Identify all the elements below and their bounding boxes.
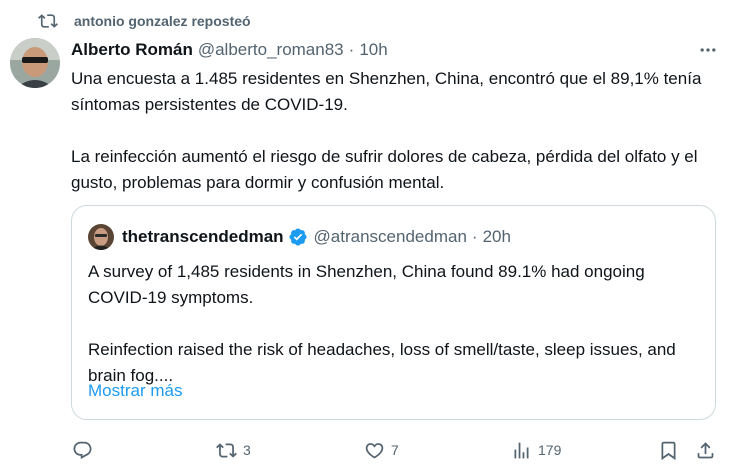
author-handle[interactable]: @alberto_roman83 [198, 40, 344, 60]
quote-time[interactable]: 20h [483, 227, 511, 247]
quoted-tweet[interactable]: thetranscendedman @atranscendedman · 20h… [71, 205, 716, 420]
repost-button[interactable]: 3 [216, 436, 251, 464]
reply-button[interactable] [72, 436, 93, 464]
repost-indicator[interactable]: antonio gonzalez reposteó [38, 10, 251, 32]
tweet-header: Alberto Román @alberto_roman83 · 10h [71, 38, 388, 62]
like-count: 7 [391, 442, 399, 458]
views-button[interactable]: 179 [511, 436, 561, 464]
avatar[interactable] [10, 38, 60, 88]
view-count: 179 [538, 442, 562, 458]
bookmark-icon [661, 441, 676, 460]
verified-badge-icon [289, 228, 307, 246]
author-name[interactable]: Alberto Román [71, 40, 193, 60]
show-more-link[interactable]: Mostrar más [88, 381, 182, 401]
quote-text: A survey of 1,485 residents in Shenzhen,… [88, 259, 703, 389]
quote-author-name[interactable]: thetranscendedman [122, 227, 284, 247]
repost-icon [216, 442, 237, 458]
quote-header: thetranscendedman @atranscendedman · 20h [88, 222, 511, 252]
repost-icon [38, 14, 58, 28]
like-button[interactable]: 7 [364, 436, 399, 464]
separator-dot: · [471, 227, 478, 246]
quote-author-handle[interactable]: @atranscendedman [314, 227, 467, 247]
share-icon [697, 441, 714, 458]
action-bar: 3 7 179 [0, 436, 738, 464]
separator-dot: · [348, 40, 355, 59]
tweet-text: Una encuesta a 1.485 residentes en Shenz… [71, 66, 711, 196]
tweet-time[interactable]: 10h [359, 40, 387, 60]
tweet-paragraph: Una encuesta a 1.485 residentes en Shenz… [71, 69, 702, 114]
tweet-paragraph: La reinfección aumentó el riesgo de sufr… [71, 147, 698, 192]
reply-icon [73, 441, 92, 459]
heart-icon [365, 442, 384, 459]
more-options-icon[interactable] [696, 38, 720, 62]
share-button[interactable] [695, 436, 716, 464]
views-chart-icon [514, 442, 529, 458]
repost-count: 3 [243, 442, 251, 458]
quote-paragraph: A survey of 1,485 residents in Shenzhen,… [88, 262, 645, 307]
quote-avatar[interactable] [88, 224, 114, 250]
repost-text: antonio gonzalez reposteó [74, 13, 251, 29]
bookmark-button[interactable] [658, 436, 679, 464]
